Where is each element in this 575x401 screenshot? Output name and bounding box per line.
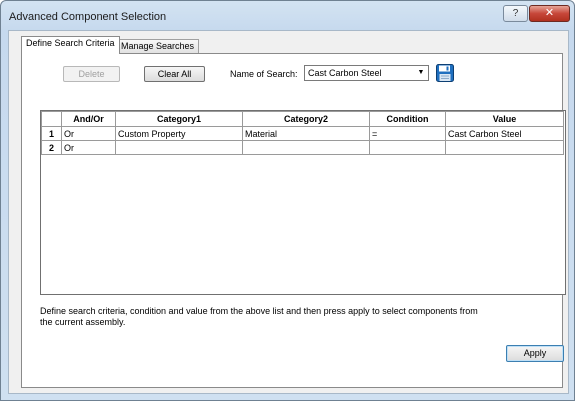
name-of-search-dropdown[interactable]: Cast Carbon Steel ▼ bbox=[304, 65, 429, 81]
close-button[interactable]: ✕ bbox=[529, 5, 570, 22]
floppy-disk-icon[interactable] bbox=[436, 64, 454, 82]
cell-value[interactable] bbox=[445, 140, 564, 155]
cell-condition[interactable] bbox=[369, 140, 446, 155]
column-header-value[interactable]: Value bbox=[445, 111, 564, 127]
help-icon: ? bbox=[512, 8, 519, 19]
cell-andor[interactable]: Or bbox=[61, 140, 116, 155]
column-header-category2[interactable]: Category2 bbox=[242, 111, 370, 127]
table-row[interactable]: 1 Or Custom Property Material = Cast Car… bbox=[41, 126, 564, 141]
search-criteria-grid: And/Or Category1 Category2 Condition Val… bbox=[40, 110, 566, 295]
help-button[interactable]: ? bbox=[503, 5, 528, 22]
tab-manage-searches[interactable]: Manage Searches bbox=[116, 39, 200, 53]
criteria-table: And/Or Category1 Category2 Condition Val… bbox=[41, 111, 564, 155]
column-header-row-number bbox=[41, 111, 62, 127]
cell-category1[interactable]: Custom Property bbox=[115, 126, 243, 141]
dialog-client-area: Define Search Criteria Manage Searches D… bbox=[8, 30, 569, 394]
chevron-down-icon: ▼ bbox=[417, 69, 425, 76]
tab-panel-define-search-criteria: Delete Clear All Name of Search: Cast Ca… bbox=[21, 53, 566, 388]
clear-all-button[interactable]: Clear All bbox=[144, 66, 205, 82]
name-of-search-value: Cast Carbon Steel bbox=[308, 68, 382, 78]
instructions-text: Define search criteria, condition and va… bbox=[40, 306, 478, 327]
table-header-row: And/Or Category1 Category2 Condition Val… bbox=[41, 111, 564, 127]
column-header-category1[interactable]: Category1 bbox=[115, 111, 243, 127]
dialog-window: Advanced Component Selection ? ✕ Define … bbox=[0, 0, 575, 401]
table-row[interactable]: 2 Or bbox=[41, 140, 564, 155]
cell-category2[interactable]: Material bbox=[242, 126, 370, 141]
cell-category1[interactable] bbox=[115, 140, 243, 155]
delete-button[interactable]: Delete bbox=[63, 66, 120, 82]
row-number[interactable]: 1 bbox=[41, 126, 62, 141]
cell-condition[interactable]: = bbox=[369, 126, 446, 141]
close-icon: ✕ bbox=[544, 7, 555, 19]
name-of-search-label: Name of Search: bbox=[230, 69, 298, 79]
tab-define-search-criteria[interactable]: Define Search Criteria bbox=[21, 36, 120, 54]
row-number[interactable]: 2 bbox=[41, 140, 62, 155]
cell-andor[interactable]: Or bbox=[61, 126, 116, 141]
column-header-andor[interactable]: And/Or bbox=[61, 111, 116, 127]
cell-value[interactable]: Cast Carbon Steel bbox=[445, 126, 564, 141]
column-header-condition[interactable]: Condition bbox=[369, 111, 446, 127]
window-title: Advanced Component Selection bbox=[9, 11, 167, 23]
apply-button[interactable]: Apply bbox=[506, 345, 564, 362]
cell-category2[interactable] bbox=[242, 140, 370, 155]
